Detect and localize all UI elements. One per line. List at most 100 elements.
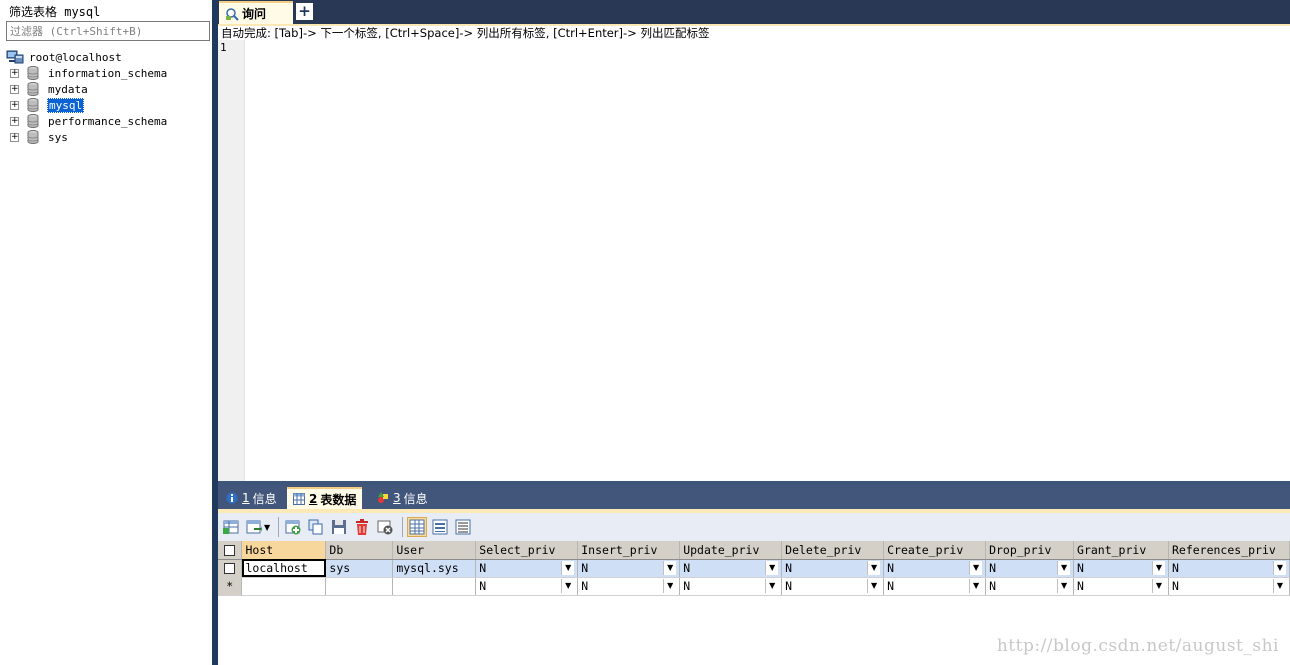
expand-icon[interactable]: + xyxy=(10,84,19,94)
column-header[interactable]: References_priv xyxy=(1168,541,1290,560)
cell-priv-delete[interactable]: N ▼ xyxy=(781,559,885,578)
table-filter-input[interactable] xyxy=(6,21,210,41)
cell-value: N xyxy=(1077,579,1084,593)
cell-user[interactable] xyxy=(392,577,477,596)
add-tab-button[interactable]: + xyxy=(296,3,313,20)
select-all-checkbox[interactable] xyxy=(218,541,243,560)
insert-row-button[interactable] xyxy=(221,517,241,537)
result-grid[interactable]: Host Db User Select_priv Insert_priv Upd… xyxy=(218,541,1290,665)
cell-priv-drop[interactable]: N ▼ xyxy=(985,559,1075,578)
add-row-icon xyxy=(285,520,301,535)
chevron-down-icon[interactable]: ▼ xyxy=(561,579,575,593)
tab-messages-1[interactable]: 1 信息 xyxy=(220,487,283,509)
cell-priv-select[interactable]: N ▼ xyxy=(475,559,579,578)
column-header[interactable]: Delete_priv xyxy=(781,541,885,560)
tree-root-connection[interactable]: root@localhost xyxy=(6,49,123,65)
cell-value: N xyxy=(1077,561,1084,575)
chevron-down-icon[interactable]: ▼ xyxy=(561,561,575,575)
chevron-down-icon[interactable]: ▼ xyxy=(663,561,677,575)
tree-item-sys[interactable]: + sys xyxy=(10,129,69,145)
sql-editor[interactable]: 1 xyxy=(218,40,1290,481)
save-button[interactable] xyxy=(329,517,349,537)
cell-priv-grant[interactable]: N ▼ xyxy=(1073,559,1169,578)
cell-db[interactable]: sys xyxy=(325,559,394,578)
chevron-down-icon[interactable]: ▼ xyxy=(867,561,881,575)
save-icon xyxy=(332,520,347,534)
text-view-button[interactable] xyxy=(453,517,473,537)
chevron-down-icon[interactable]: ▼ xyxy=(765,561,779,575)
column-header[interactable]: Grant_priv xyxy=(1073,541,1169,560)
expand-icon[interactable]: + xyxy=(10,68,19,78)
column-header[interactable]: Update_priv xyxy=(679,541,783,560)
cell-priv-insert[interactable]: N ▼ xyxy=(577,577,681,596)
cell-priv-references[interactable]: N ▼ xyxy=(1168,559,1290,578)
cell-priv-select[interactable]: N ▼ xyxy=(475,577,579,596)
table-grid-icon xyxy=(293,493,305,505)
duplicate-row-button[interactable] xyxy=(306,517,326,537)
tab-query[interactable]: 询问 xyxy=(219,1,293,24)
export-button[interactable] xyxy=(244,517,264,537)
line-number: 1 xyxy=(220,41,227,54)
form-view-button[interactable] xyxy=(430,517,450,537)
cell-db[interactable] xyxy=(325,577,394,596)
cell-priv-drop[interactable]: N ▼ xyxy=(985,577,1075,596)
column-header[interactable]: User xyxy=(392,541,477,560)
tree-item-mydata[interactable]: + mydata xyxy=(10,81,89,97)
chevron-down-icon[interactable]: ▼ xyxy=(765,579,779,593)
column-header[interactable]: Drop_priv xyxy=(985,541,1075,560)
column-header[interactable]: Host xyxy=(241,541,327,560)
cell-value: N xyxy=(1171,561,1179,575)
tree-item-information-schema[interactable]: + information_schema xyxy=(10,65,168,81)
cell-priv-references[interactable]: N ▼ xyxy=(1168,577,1290,596)
delete-button[interactable] xyxy=(352,517,372,537)
tab-number: 2 xyxy=(309,492,318,506)
chevron-down-icon[interactable]: ▼ xyxy=(1273,561,1286,575)
new-row-marker: * xyxy=(218,577,243,596)
column-header[interactable]: Insert_priv xyxy=(577,541,681,560)
autocomplete-hint: 自动完成: [Tab]-> 下一个标签, [Ctrl+Space]-> 列出所有… xyxy=(221,26,1290,40)
chevron-down-icon[interactable]: ▼ xyxy=(1151,561,1165,575)
cell-priv-update[interactable]: N ▼ xyxy=(679,577,783,596)
database-icon xyxy=(27,130,39,144)
column-header[interactable]: Select_priv xyxy=(475,541,579,560)
grid-view-button[interactable] xyxy=(407,517,428,537)
expand-icon[interactable]: + xyxy=(10,132,19,142)
tab-messages-3[interactable]: 3 信息 xyxy=(371,487,434,509)
expand-icon[interactable]: + xyxy=(10,100,19,110)
chevron-down-icon[interactable]: ▼ xyxy=(1151,579,1165,593)
cell-priv-create[interactable]: N ▼ xyxy=(883,559,987,578)
chevron-down-icon[interactable]: ▼ xyxy=(1057,579,1071,593)
cell-priv-insert[interactable]: N ▼ xyxy=(577,559,681,578)
cell-value: N xyxy=(479,561,487,575)
grid-view-icon xyxy=(409,519,425,535)
tree-item-performance-schema[interactable]: + performance_schema xyxy=(10,113,168,129)
cell-priv-create[interactable]: N ▼ xyxy=(883,577,987,596)
tab-query-label: 询问 xyxy=(242,7,267,21)
cell-host[interactable]: localhost xyxy=(241,559,327,578)
add-row-button[interactable] xyxy=(283,517,303,537)
chevron-down-icon[interactable]: ▼ xyxy=(1273,579,1286,593)
tab-table-data[interactable]: 2 表数据 xyxy=(287,487,363,509)
tree-item-mysql[interactable]: + mysql xyxy=(10,97,85,113)
chevron-down-icon[interactable]: ▼ xyxy=(1057,561,1071,575)
cell-host[interactable] xyxy=(241,577,327,596)
cell-priv-delete[interactable]: N ▼ xyxy=(781,577,885,596)
column-header[interactable]: Create_priv xyxy=(883,541,987,560)
chevron-down-icon[interactable]: ▼ xyxy=(663,579,677,593)
cell-priv-update[interactable]: N ▼ xyxy=(679,559,783,578)
tab-label: 表数据 xyxy=(320,492,357,507)
chevron-down-icon[interactable]: ▼ xyxy=(867,579,881,593)
row-checkbox[interactable] xyxy=(218,559,243,578)
database-label: performance_schema xyxy=(48,114,168,128)
table-row[interactable]: localhost sys mysql.sys N ▼ N ▼ N ▼ N ▼ N ▼ N… xyxy=(218,559,1290,578)
column-header[interactable]: Db xyxy=(325,541,394,560)
chevron-down-icon[interactable]: ▼ xyxy=(969,579,983,593)
discard-button[interactable] xyxy=(375,517,395,537)
cell-user[interactable]: mysql.sys xyxy=(392,559,477,578)
cell-value: N xyxy=(683,579,691,593)
cell-priv-grant[interactable]: N ▼ xyxy=(1073,577,1169,596)
chevron-down-icon[interactable]: ▼ xyxy=(264,523,270,532)
chevron-down-icon[interactable]: ▼ xyxy=(969,561,983,575)
expand-icon[interactable]: + xyxy=(10,116,19,126)
new-row[interactable]: * N ▼ N ▼ N ▼ N ▼ N ▼ N ▼ N ▼ N ▼ xyxy=(218,577,1290,596)
